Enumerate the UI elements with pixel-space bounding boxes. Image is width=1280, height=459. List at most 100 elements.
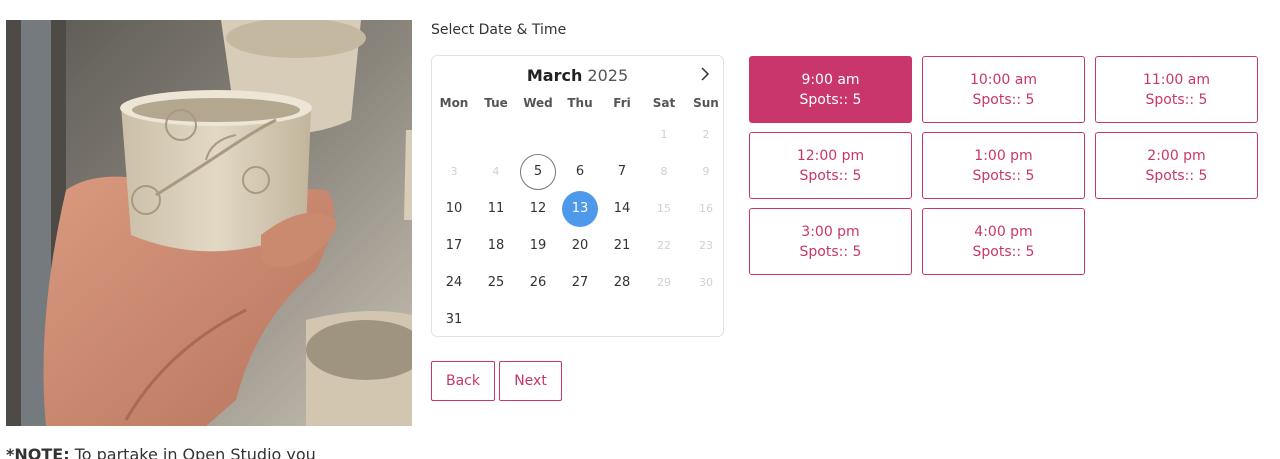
- slot-time: 3:00 pm: [801, 223, 860, 240]
- calendar-day-number: 27: [571, 275, 589, 290]
- calendar-day-31[interactable]: 31: [433, 301, 475, 338]
- calendar-day-28[interactable]: 28: [601, 264, 643, 301]
- calendar-day-number: 17: [445, 238, 463, 253]
- calendar-day-25[interactable]: 25: [475, 264, 517, 301]
- time-slot-button[interactable]: 9:00 amSpots:: 5: [749, 56, 912, 123]
- slot-time: 4:00 pm: [974, 223, 1033, 240]
- calendar-day-number: 23: [699, 239, 713, 252]
- calendar-empty-cell: [643, 301, 685, 338]
- weekday-sat: Sat: [652, 96, 676, 110]
- calendar-day-14[interactable]: 14: [601, 190, 643, 227]
- calendar-day-number: 13: [562, 190, 598, 227]
- time-slot-button[interactable]: 4:00 pmSpots:: 5: [922, 208, 1085, 275]
- note-label: *NOTE:: [6, 445, 70, 459]
- calendar-day-21[interactable]: 21: [601, 227, 643, 264]
- slot-spots: Spots:: 5: [972, 243, 1035, 260]
- slot-time: 2:00 pm: [1147, 147, 1206, 164]
- calendar-day-26[interactable]: 26: [517, 264, 559, 301]
- time-slot-button[interactable]: 11:00 amSpots:: 5: [1095, 56, 1258, 123]
- calendar-month: March: [526, 66, 583, 85]
- time-slot-button[interactable]: 1:00 pm Spots:: 5: [922, 132, 1085, 199]
- calendar-day-number: 28: [613, 275, 631, 290]
- slot-spots: Spots:: 5: [972, 167, 1035, 184]
- calendar-day-number: 8: [660, 165, 668, 178]
- calendar-day-number: 1: [660, 128, 668, 141]
- calendar-day-number: 3: [450, 165, 458, 178]
- calendar-day-number: 10: [445, 201, 463, 216]
- next-month-button[interactable]: [695, 64, 715, 84]
- calendar-empty-cell: [559, 301, 601, 338]
- calendar-day-7[interactable]: 7: [601, 153, 643, 190]
- slot-time: 11:00 am: [1142, 71, 1210, 88]
- time-slot-button[interactable]: 12:00 pmSpots:: 5: [749, 132, 912, 199]
- note-text: To partake in Open Studio you: [69, 445, 316, 459]
- calendar-empty-cell: [601, 301, 643, 338]
- calendar-day-10[interactable]: 10: [433, 190, 475, 227]
- next-button[interactable]: Next: [499, 361, 562, 401]
- calendar-day-number: 24: [445, 275, 463, 290]
- calendar-weekdays: Mon Tue Wed Thu Fri Sat Sun: [432, 96, 724, 110]
- calendar-day-15: 15: [643, 190, 685, 227]
- weekday-mon: Mon: [439, 96, 469, 110]
- calendar-day-27[interactable]: 27: [559, 264, 601, 301]
- calendar-day-12[interactable]: 12: [517, 190, 559, 227]
- calendar-day-6[interactable]: 6: [559, 153, 601, 190]
- slot-spots: Spots:: 5: [799, 167, 862, 184]
- calendar-day-18[interactable]: 18: [475, 227, 517, 264]
- calendar-empty-cell: [517, 116, 559, 153]
- select-date-time-label: Select Date & Time: [431, 22, 567, 38]
- slot-time: 10:00 am: [969, 71, 1037, 88]
- booking-page: Select Date & Time March 2025 Mon Tue Wed T…: [0, 0, 1280, 459]
- weekday-sun: Sun: [693, 96, 719, 110]
- calendar-days: 1 2 3 4 5 6 7 8 9 10 11 12 13 14 15 16 17 18 19 20 21 22 23 24 2…: [433, 116, 727, 338]
- calendar-day-number: 29: [657, 276, 671, 289]
- calendar-day-number: 21: [613, 238, 631, 253]
- calendar-empty-cell: [433, 116, 475, 153]
- calendar-day-number: 11: [487, 201, 505, 216]
- calendar-day-24[interactable]: 24: [433, 264, 475, 301]
- weekday-wed: Wed: [523, 96, 553, 110]
- calendar-day-2: 2: [685, 116, 727, 153]
- calendar-day-5[interactable]: 5: [517, 153, 559, 190]
- calendar-day-number: 19: [529, 238, 547, 253]
- chevron-right-icon: [701, 67, 710, 81]
- calendar-day-20[interactable]: 20: [559, 227, 601, 264]
- calendar-day-11[interactable]: 11: [475, 190, 517, 227]
- calendar-day-number: 15: [657, 202, 671, 215]
- calendar-day-number: 6: [575, 164, 585, 179]
- calendar-day-number: 4: [492, 165, 500, 178]
- calendar-day-9: 9: [685, 153, 727, 190]
- slot-time: 9:00 am: [801, 71, 860, 88]
- calendar-day-number: 22: [657, 239, 671, 252]
- calendar-day-1: 1: [643, 116, 685, 153]
- weekday-tue: Tue: [484, 96, 508, 110]
- calendar-empty-cell: [475, 116, 517, 153]
- calendar-day-30: 30: [685, 264, 727, 301]
- calendar-empty-cell: [601, 116, 643, 153]
- slot-spots: Spots:: 5: [799, 91, 862, 108]
- time-slot-button[interactable]: 10:00 amSpots:: 5: [922, 56, 1085, 123]
- calendar-empty-cell: [559, 116, 601, 153]
- time-slot-button[interactable]: 3:00 pm Spots:: 5: [749, 208, 912, 275]
- pottery-photo: [6, 20, 412, 426]
- calendar-day-8: 8: [643, 153, 685, 190]
- calendar-day-number: 9: [702, 165, 710, 178]
- slot-spots: Spots:: 5: [1145, 91, 1208, 108]
- calendar-day-17[interactable]: 17: [433, 227, 475, 264]
- calendar-day-number: 31: [445, 312, 463, 327]
- calendar-day-19[interactable]: 19: [517, 227, 559, 264]
- calendar-day-4: 4: [475, 153, 517, 190]
- calendar-day-number: 5: [520, 153, 556, 190]
- calendar-day-13[interactable]: 13: [559, 190, 601, 227]
- calendar-year: 2025: [587, 66, 629, 85]
- slot-spots: Spots:: 5: [972, 91, 1035, 108]
- weekday-fri: Fri: [613, 96, 631, 110]
- calendar-header: March 2025: [432, 66, 723, 85]
- slot-time: 12:00 pm: [796, 147, 865, 164]
- calendar-day-number: 30: [699, 276, 713, 289]
- calendar-day-number: 16: [699, 202, 713, 215]
- pottery-photo-image: [6, 20, 412, 426]
- calendar-empty-cell: [685, 301, 727, 338]
- back-button[interactable]: Back: [431, 361, 495, 401]
- time-slot-button[interactable]: 2:00 pm Spots:: 5: [1095, 132, 1258, 199]
